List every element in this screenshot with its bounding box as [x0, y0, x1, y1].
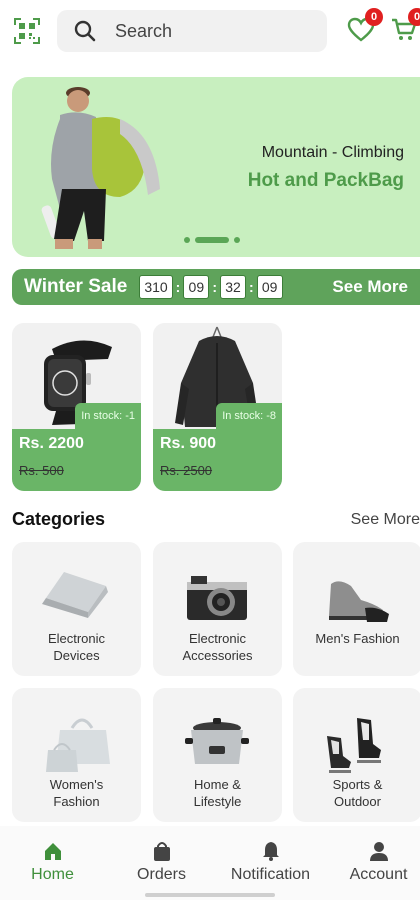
nav-label: Account: [349, 866, 408, 883]
carousel-dot-active[interactable]: [195, 237, 229, 243]
promo-banner[interactable]: Mountain - Climbing Hot and PackBag: [12, 77, 420, 257]
nav-notification[interactable]: Notification: [218, 840, 323, 884]
category-label: Electronic Accessories: [182, 631, 253, 663]
cart-button[interactable]: 0: [390, 8, 420, 44]
product-old-price: Rs. 500: [19, 463, 64, 478]
product-card[interactable]: In stock: -1 Rs. 2200 Rs. 500: [12, 323, 141, 491]
categories-see-more-link[interactable]: See More: [351, 511, 420, 529]
cooker-icon: [185, 718, 249, 764]
nav-orders[interactable]: Orders: [109, 840, 214, 884]
sale-title: Winter Sale: [24, 276, 128, 297]
category-electronic-devices[interactable]: Electronic Devices: [12, 542, 141, 676]
category-womens-fashion[interactable]: Women's Fashion: [12, 688, 141, 822]
stock-label: In stock: -8: [216, 403, 282, 429]
nav-label: Orders: [137, 866, 186, 883]
timer-seconds: 09: [256, 275, 283, 299]
category-label: Women's Fashion: [49, 777, 104, 809]
categories-title: Categories: [12, 509, 106, 529]
banner-title: Hot and PackBag: [247, 170, 404, 191]
category-label: Men's Fashion: [315, 631, 400, 646]
cart-count-badge: 0: [408, 8, 420, 26]
category-label: Home & Lifestyle: [193, 777, 242, 809]
product-card[interactable]: In stock: -8 Rs. 900 Rs. 2500: [153, 323, 282, 491]
handbag-icon: [46, 718, 110, 772]
carousel-indicator: [184, 237, 240, 243]
top-bar: Search 0 0: [0, 0, 420, 66]
search-input[interactable]: Search: [115, 21, 172, 42]
nav-label: Home: [31, 866, 74, 883]
banner-subtitle: Mountain - Climbing: [261, 144, 404, 161]
timer-days: 310: [139, 275, 173, 299]
search-icon: [74, 20, 96, 42]
nav-home[interactable]: Home: [0, 840, 105, 884]
search-bar[interactable]: Search: [57, 10, 327, 52]
laptop-icon: [42, 572, 108, 618]
nav-label: Notification: [230, 866, 311, 883]
product-price: Rs. 2200: [19, 435, 84, 452]
bag-icon: [153, 842, 170, 861]
person-icon: [369, 842, 388, 861]
carousel-dot[interactable]: [184, 237, 190, 243]
skates-icon: [327, 718, 381, 773]
camera-icon: [187, 576, 247, 620]
qr-scan-icon[interactable]: [14, 18, 40, 44]
timer-minutes: 32: [220, 275, 247, 299]
sneaker-icon: [329, 581, 389, 622]
sale-see-more-link[interactable]: See More: [332, 277, 408, 297]
category-electronic-accessories[interactable]: Electronic Accessories: [153, 542, 282, 676]
countdown-timer: 310 : 09 : 32 : 09: [139, 275, 283, 299]
winter-sale-bar: Winter Sale 310 : 09 : 32 : 09 See More: [12, 269, 420, 305]
category-home-lifestyle[interactable]: Home & Lifestyle: [153, 688, 282, 822]
system-home-indicator: [145, 893, 275, 897]
category-label: Sports & Outdoor: [332, 777, 383, 809]
product-old-price: Rs. 2500: [160, 463, 213, 478]
product-price: Rs. 900: [160, 435, 217, 452]
category-label: Electronic Devices: [47, 631, 106, 663]
product-info: Rs. 900 Rs. 2500: [153, 429, 282, 491]
home-icon: [44, 843, 61, 860]
bottom-navigation: Home Orders Notification Account: [0, 826, 420, 900]
hiker-with-backpack-image: [41, 87, 160, 249]
wishlist-count-badge: 0: [365, 8, 383, 26]
stock-label: In stock: -1: [75, 403, 141, 429]
timer-hours: 09: [183, 275, 210, 299]
bell-icon: [262, 842, 279, 861]
category-mens-fashion[interactable]: Men's Fashion: [293, 542, 420, 676]
wishlist-button[interactable]: 0: [347, 8, 383, 44]
product-info: Rs. 2200 Rs. 500: [12, 429, 141, 491]
nav-account[interactable]: Account: [326, 840, 420, 884]
category-sports-outdoor[interactable]: Sports & Outdoor: [293, 688, 420, 822]
carousel-dot[interactable]: [234, 237, 240, 243]
